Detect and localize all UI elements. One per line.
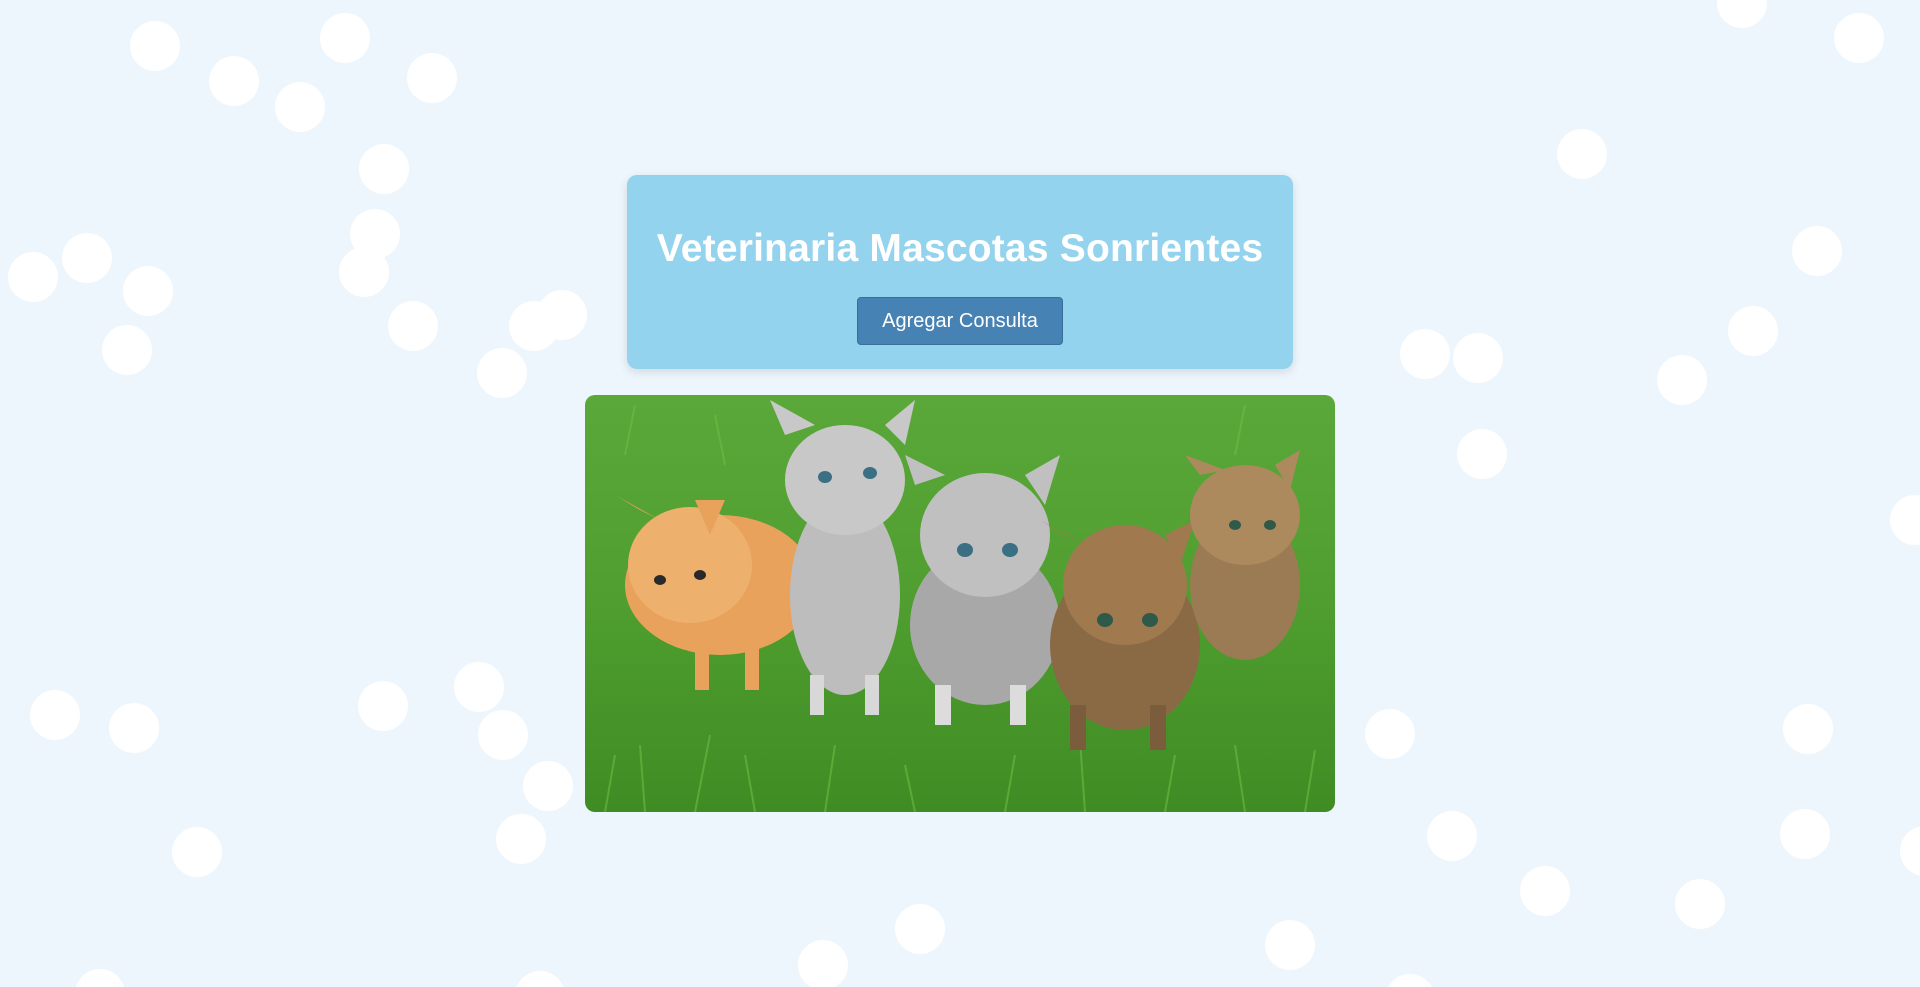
- bubble: [8, 252, 58, 302]
- bubble: [1780, 809, 1830, 859]
- bubble: [1400, 329, 1450, 379]
- bubble: [496, 814, 546, 864]
- bubble: [537, 290, 587, 340]
- bubble: [388, 301, 438, 351]
- bubble: [339, 247, 389, 297]
- bubble: [275, 82, 325, 132]
- page-title: Veterinaria Mascotas Sonrientes: [656, 227, 1264, 270]
- bubble: [1675, 879, 1725, 929]
- add-consult-button[interactable]: Agregar Consulta: [857, 297, 1063, 345]
- bubble: [1457, 429, 1507, 479]
- bubble: [130, 21, 180, 71]
- bubble: [209, 56, 259, 106]
- bubble: [798, 940, 848, 987]
- bubble: [62, 233, 112, 283]
- bubble: [454, 662, 504, 712]
- bubble: [109, 703, 159, 753]
- bubble: [358, 681, 408, 731]
- bubble: [1783, 704, 1833, 754]
- bubble: [895, 904, 945, 954]
- bubble: [1365, 709, 1415, 759]
- bubble: [359, 144, 409, 194]
- bubble: [1900, 826, 1920, 876]
- bubble: [478, 710, 528, 760]
- bubble: [1657, 355, 1707, 405]
- bubble: [407, 53, 457, 103]
- bubble: [172, 827, 222, 877]
- bubble: [1890, 495, 1920, 545]
- header-card: Veterinaria Mascotas Sonrientes Agregar …: [627, 175, 1293, 369]
- bubble: [1717, 0, 1767, 28]
- bubble: [1557, 129, 1607, 179]
- bubble: [1453, 333, 1503, 383]
- bubble: [1427, 811, 1477, 861]
- bubble: [320, 13, 370, 63]
- bubble: [75, 969, 125, 987]
- bubble: [1385, 974, 1435, 987]
- bubble: [1265, 920, 1315, 970]
- bubble: [523, 761, 573, 811]
- bubble: [30, 690, 80, 740]
- bubble: [477, 348, 527, 398]
- bubble: [123, 266, 173, 316]
- kittens-photo: [585, 395, 1335, 812]
- bubble: [515, 971, 565, 987]
- bubble: [1834, 13, 1884, 63]
- bubble: [1792, 226, 1842, 276]
- bubble: [1520, 866, 1570, 916]
- bubble: [1728, 306, 1778, 356]
- bubble: [102, 325, 152, 375]
